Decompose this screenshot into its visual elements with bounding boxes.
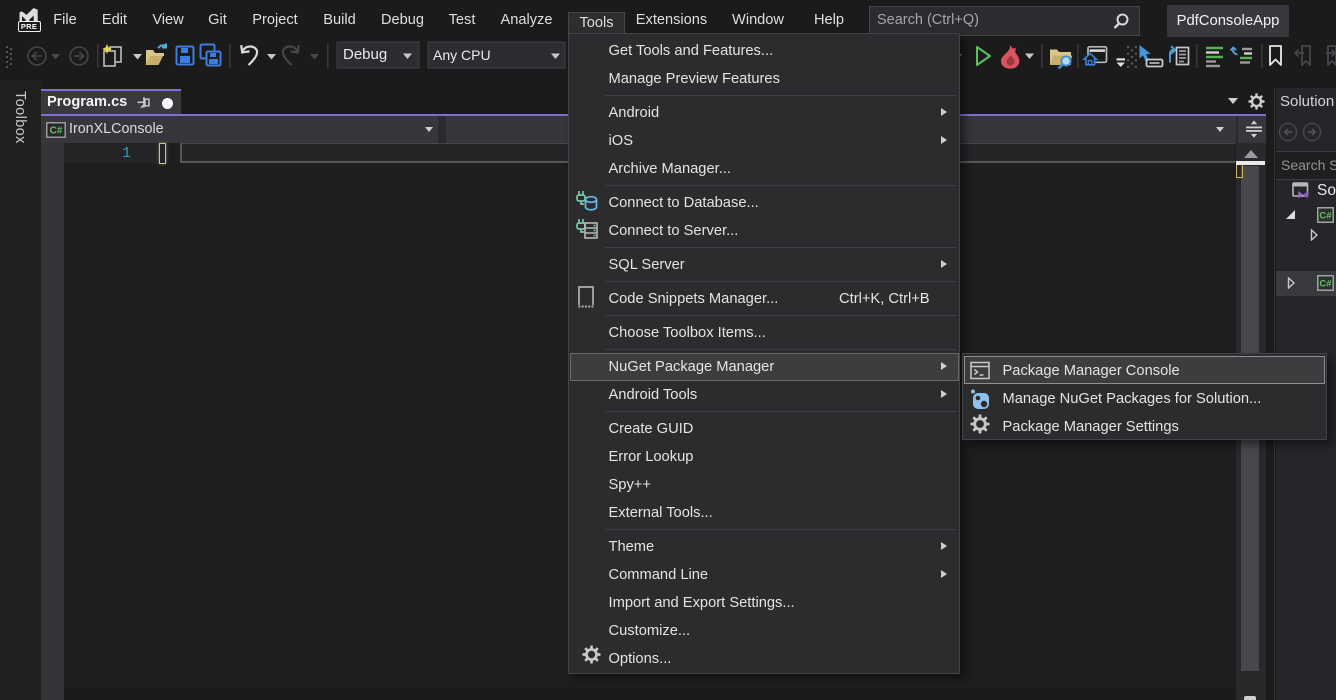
svg-text:C#: C# (1319, 279, 1332, 290)
svg-text:C#: C# (1319, 211, 1332, 222)
svg-text:C#: C# (50, 126, 63, 137)
